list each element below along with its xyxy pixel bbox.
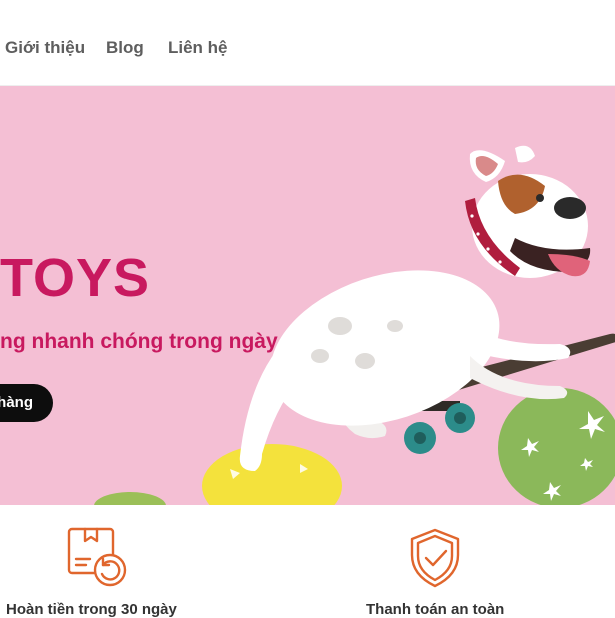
hero-title: TOYS (0, 248, 151, 308)
package-return-icon (66, 527, 130, 592)
nav-item-gioi-thieu[interactable]: Giới thiệu (5, 38, 85, 58)
green-ball-right (498, 388, 615, 505)
nav-item-blog[interactable]: Blog (106, 38, 144, 58)
nav-item-lien-he[interactable]: Liên hệ (168, 38, 228, 58)
top-navigation: Giới thiệu Blog Liên hệ (0, 0, 615, 86)
features-row: Hoàn tiền trong 30 ngày Thanh toán an to… (0, 505, 615, 618)
green-ball-left (94, 492, 166, 505)
hero-banner: TOYS ng nhanh chóng trong ngày hàng (0, 86, 615, 505)
feature-label-secure-payment: Thanh toán an toàn (366, 601, 505, 618)
hero-cta-button[interactable]: hàng (0, 384, 53, 422)
feature-label-refund: Hoàn tiền trong 30 ngày (6, 601, 177, 618)
shield-check-icon (407, 527, 463, 594)
hero-subtitle: ng nhanh chóng trong ngày (0, 330, 278, 353)
yellow-ball (202, 444, 342, 505)
